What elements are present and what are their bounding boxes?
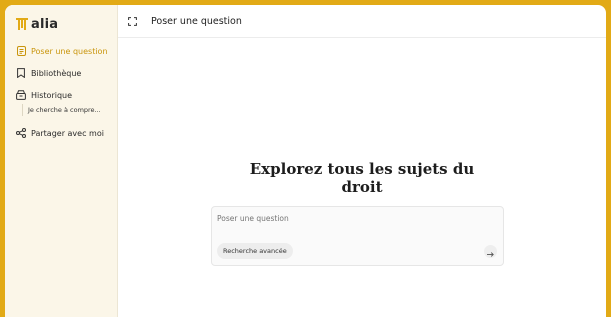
send-button[interactable] [484, 245, 497, 258]
page-title: Poser une question [151, 15, 242, 27]
sidebar-item-label: Bibliothèque [31, 68, 82, 78]
hero-headline-line-2: droit [341, 178, 383, 196]
sidebar-item-poser-une-question[interactable]: Poser une question [5, 42, 117, 60]
sidebar-item-historique[interactable]: Historique [5, 86, 117, 104]
expand-icon[interactable] [126, 15, 138, 27]
document-icon [16, 46, 26, 56]
app-window: alia Poser une question Bibliothèque His… [5, 5, 606, 317]
share-icon [16, 128, 26, 138]
question-composer: Recherche avancée [211, 206, 504, 266]
alia-logo-icon [16, 18, 28, 30]
advanced-search-label: Recherche avancée [223, 247, 287, 255]
advanced-search-button[interactable]: Recherche avancée [217, 243, 293, 259]
sidebar-item-label: Historique [31, 90, 73, 100]
sidebar-item-bibliotheque[interactable]: Bibliothèque [5, 64, 117, 82]
sidebar-item-partager-avec-moi[interactable]: Partager avec moi [5, 124, 117, 142]
hero-headline-line-1: Explorez tous les sujets du [249, 160, 475, 178]
sidebar-item-label: Partager avec moi [31, 128, 104, 138]
archive-box-icon [16, 90, 26, 100]
sidebar-nav: Poser une question Bibliothèque Historiq… [5, 42, 117, 142]
top-bar: Poser une question [118, 5, 606, 38]
sidebar-item-label: Poser une question [31, 46, 108, 56]
brand[interactable]: alia [5, 5, 117, 32]
question-input[interactable] [217, 214, 497, 223]
history-item[interactable]: Je cherche à compre... [22, 104, 108, 116]
hero-headline: Explorez tous les sujets du droit [118, 160, 606, 196]
main-panel: Poser une question Explorez tous les suj… [118, 5, 606, 317]
arrow-right-icon [487, 242, 494, 261]
bookmark-icon [16, 68, 26, 78]
sidebar: alia Poser une question Bibliothèque His… [5, 5, 118, 317]
brand-name: alia [31, 16, 59, 32]
